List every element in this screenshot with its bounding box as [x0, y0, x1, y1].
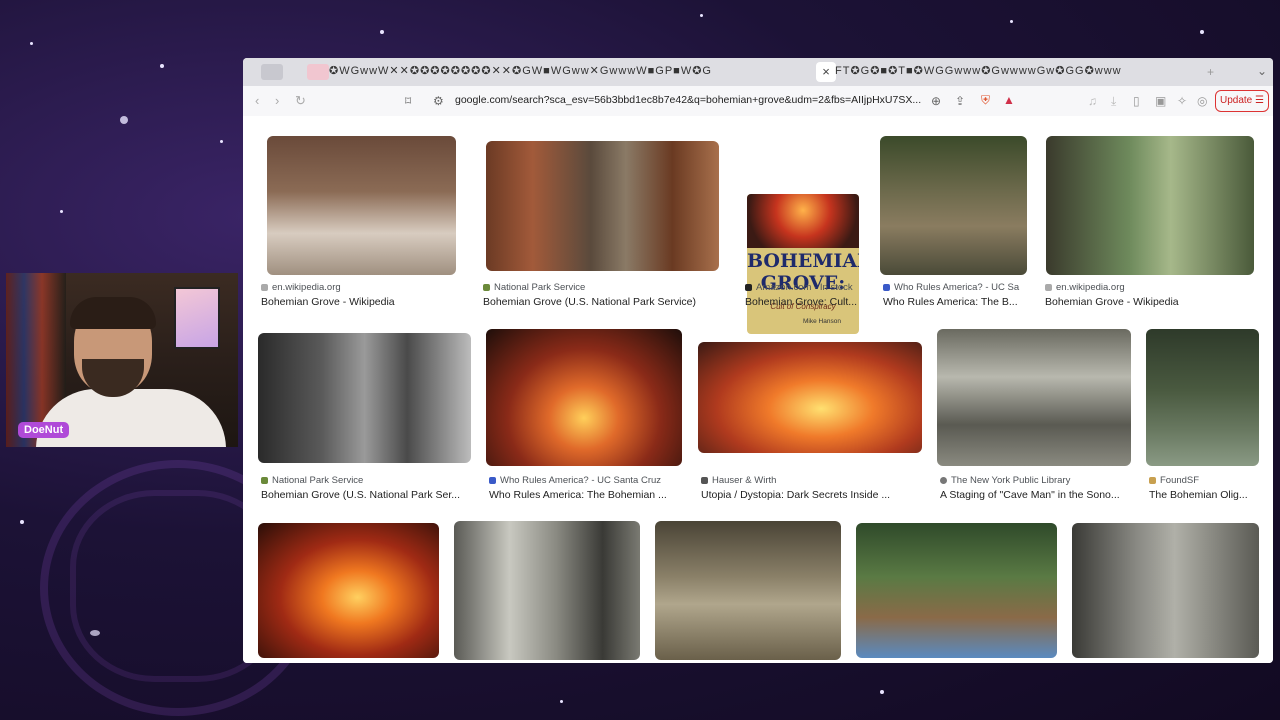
music-icon[interactable]: ♫ [1088, 94, 1097, 108]
result-source[interactable]: Who Rules America? - UC Sa [883, 282, 1028, 293]
pinned-tab[interactable] [307, 64, 329, 80]
update-label: Update [1220, 95, 1253, 106]
image-result-thumb[interactable] [655, 521, 841, 660]
browser-window: ✪WGwwW✕✕✪✪✪✪✪✪✪✪✕✕✪GW■WGww✕GwwwW■GP■W✪G … [243, 58, 1273, 663]
new-tab-icon[interactable]: + [1207, 65, 1214, 79]
streamer-name-tag: DoeNut [18, 422, 70, 438]
flag-icon [489, 477, 496, 484]
sidebar-icon[interactable]: ▯ [1133, 94, 1140, 108]
nypl-icon [940, 477, 947, 484]
result-title[interactable]: Bohemian Grove - Wikipedia [1045, 296, 1245, 308]
nps-icon [261, 477, 268, 484]
result-source[interactable]: Amazon.com · In stock [745, 282, 865, 293]
result-title[interactable]: A Staging of "Cave Man" in the Sono... [940, 489, 1135, 501]
image-result-thumb[interactable] [1072, 523, 1259, 658]
image-result-thumb[interactable] [1146, 329, 1259, 466]
wikipedia-icon [1045, 284, 1052, 291]
chevron-down-icon[interactable]: ⌄ [1257, 64, 1267, 78]
result-title[interactable]: Utopia / Dystopia: Dark Secrets Inside .… [701, 489, 925, 501]
image-result-thumb[interactable] [454, 521, 640, 660]
brave-shield-icon[interactable]: ⛨ [981, 93, 990, 108]
tab-icons-left[interactable]: ✪WGwwW✕✕✪✪✪✪✪✪✪✪✕✕✪GW■WGww✕GwwwW■GP■W✪G [329, 65, 712, 77]
result-source[interactable]: The New York Public Library [940, 475, 1135, 486]
image-result-thumb[interactable] [698, 342, 922, 453]
wikipedia-icon [261, 284, 268, 291]
share-icon[interactable]: ⇪ [955, 94, 965, 108]
download-icon[interactable]: ⤓ [1111, 94, 1116, 109]
flag-icon [883, 284, 890, 291]
sidebar-toggle-icon[interactable] [261, 64, 283, 80]
forward-icon[interactable]: › [275, 93, 279, 108]
result-source[interactable]: Who Rules America? - UC Santa Cruz [489, 475, 685, 486]
image-results: BOHEMIAN GROVE: Cult of Conspiracy Mike … [243, 116, 1273, 663]
tab-bar: ✪WGwwW✕✕✪✪✪✪✪✪✪✪✕✕✪GW■WGww✕GwwwW■GP■W✪G … [243, 58, 1273, 86]
result-title[interactable]: Bohemian Grove (U.S. National Park Servi… [483, 296, 723, 308]
image-result-thumb[interactable] [1046, 136, 1254, 275]
result-source[interactable]: National Park Service [261, 475, 471, 486]
extensions-icon[interactable]: ✧ [1177, 94, 1187, 108]
nps-icon [483, 284, 490, 291]
amazon-icon [745, 284, 752, 291]
bookmark-icon[interactable]: ⌑ [405, 94, 411, 108]
result-source[interactable]: en.wikipedia.org [261, 282, 461, 293]
tab-strip-right[interactable]: FT✪G✪■✪T■✪WGGwww✪GwwwwGw✪GG✪www [835, 64, 1195, 80]
result-title[interactable]: Bohemian Grove: Cult... [745, 296, 865, 308]
foundsf-icon [1149, 477, 1156, 484]
image-result-thumb[interactable] [486, 141, 719, 271]
book-title-line1: BOHEMIAN [747, 250, 859, 272]
image-result-thumb[interactable] [486, 329, 682, 466]
url-field[interactable]: google.com/search?sca_esv=56b3bbd1ec8b7e… [455, 94, 921, 106]
webcam-overlay: DoeNut [6, 273, 238, 447]
result-title[interactable]: Who Rules America: The Bohemian ... [489, 489, 685, 501]
image-result-thumb[interactable] [267, 136, 456, 275]
close-tab-icon[interactable]: × [816, 62, 836, 82]
result-title[interactable]: The Bohemian Olig... [1149, 489, 1261, 501]
result-source[interactable]: en.wikipedia.org [1045, 282, 1245, 293]
wallet-icon[interactable]: ▣ [1155, 94, 1166, 108]
result-source[interactable]: FoundSF [1149, 475, 1261, 486]
image-result-thumb[interactable] [880, 136, 1027, 275]
address-bar: ‹ › ↻ ⌑ ⚙ google.com/search?sca_esv=56b3… [243, 86, 1273, 117]
image-result-thumb[interactable] [258, 523, 439, 658]
image-result-thumb[interactable] [856, 523, 1057, 658]
result-source[interactable]: National Park Service [483, 282, 723, 293]
vpn-icon[interactable]: ◎ [1197, 94, 1207, 108]
result-title[interactable]: Bohemian Grove - Wikipedia [261, 296, 461, 308]
image-result-thumb[interactable] [258, 333, 471, 463]
hauser-wirth-icon [701, 477, 708, 484]
result-source[interactable]: Hauser & Wirth [701, 475, 925, 486]
site-info-icon[interactable]: ⚙ [433, 94, 444, 108]
reload-icon[interactable]: ↻ [295, 93, 306, 109]
tab-icons-right[interactable]: FT✪G✪■✪T■✪WGGwww✪GwwwwGw✪GG✪www [835, 65, 1122, 77]
image-result-thumb[interactable] [937, 329, 1131, 466]
book-cover-thumb[interactable]: BOHEMIAN GROVE: Cult of Conspiracy Mike … [747, 194, 859, 334]
result-title[interactable]: Who Rules America: The B... [883, 296, 1028, 308]
book-author: Mike Hanson [803, 318, 841, 325]
rewards-icon[interactable]: ▲ [1003, 93, 1015, 107]
result-title[interactable]: Bohemian Grove (U.S. National Park Ser..… [261, 489, 471, 501]
update-button[interactable]: Update ☰ [1215, 90, 1269, 112]
zoom-icon[interactable]: ⊕ [931, 94, 941, 108]
back-icon[interactable]: ‹ [255, 93, 259, 108]
